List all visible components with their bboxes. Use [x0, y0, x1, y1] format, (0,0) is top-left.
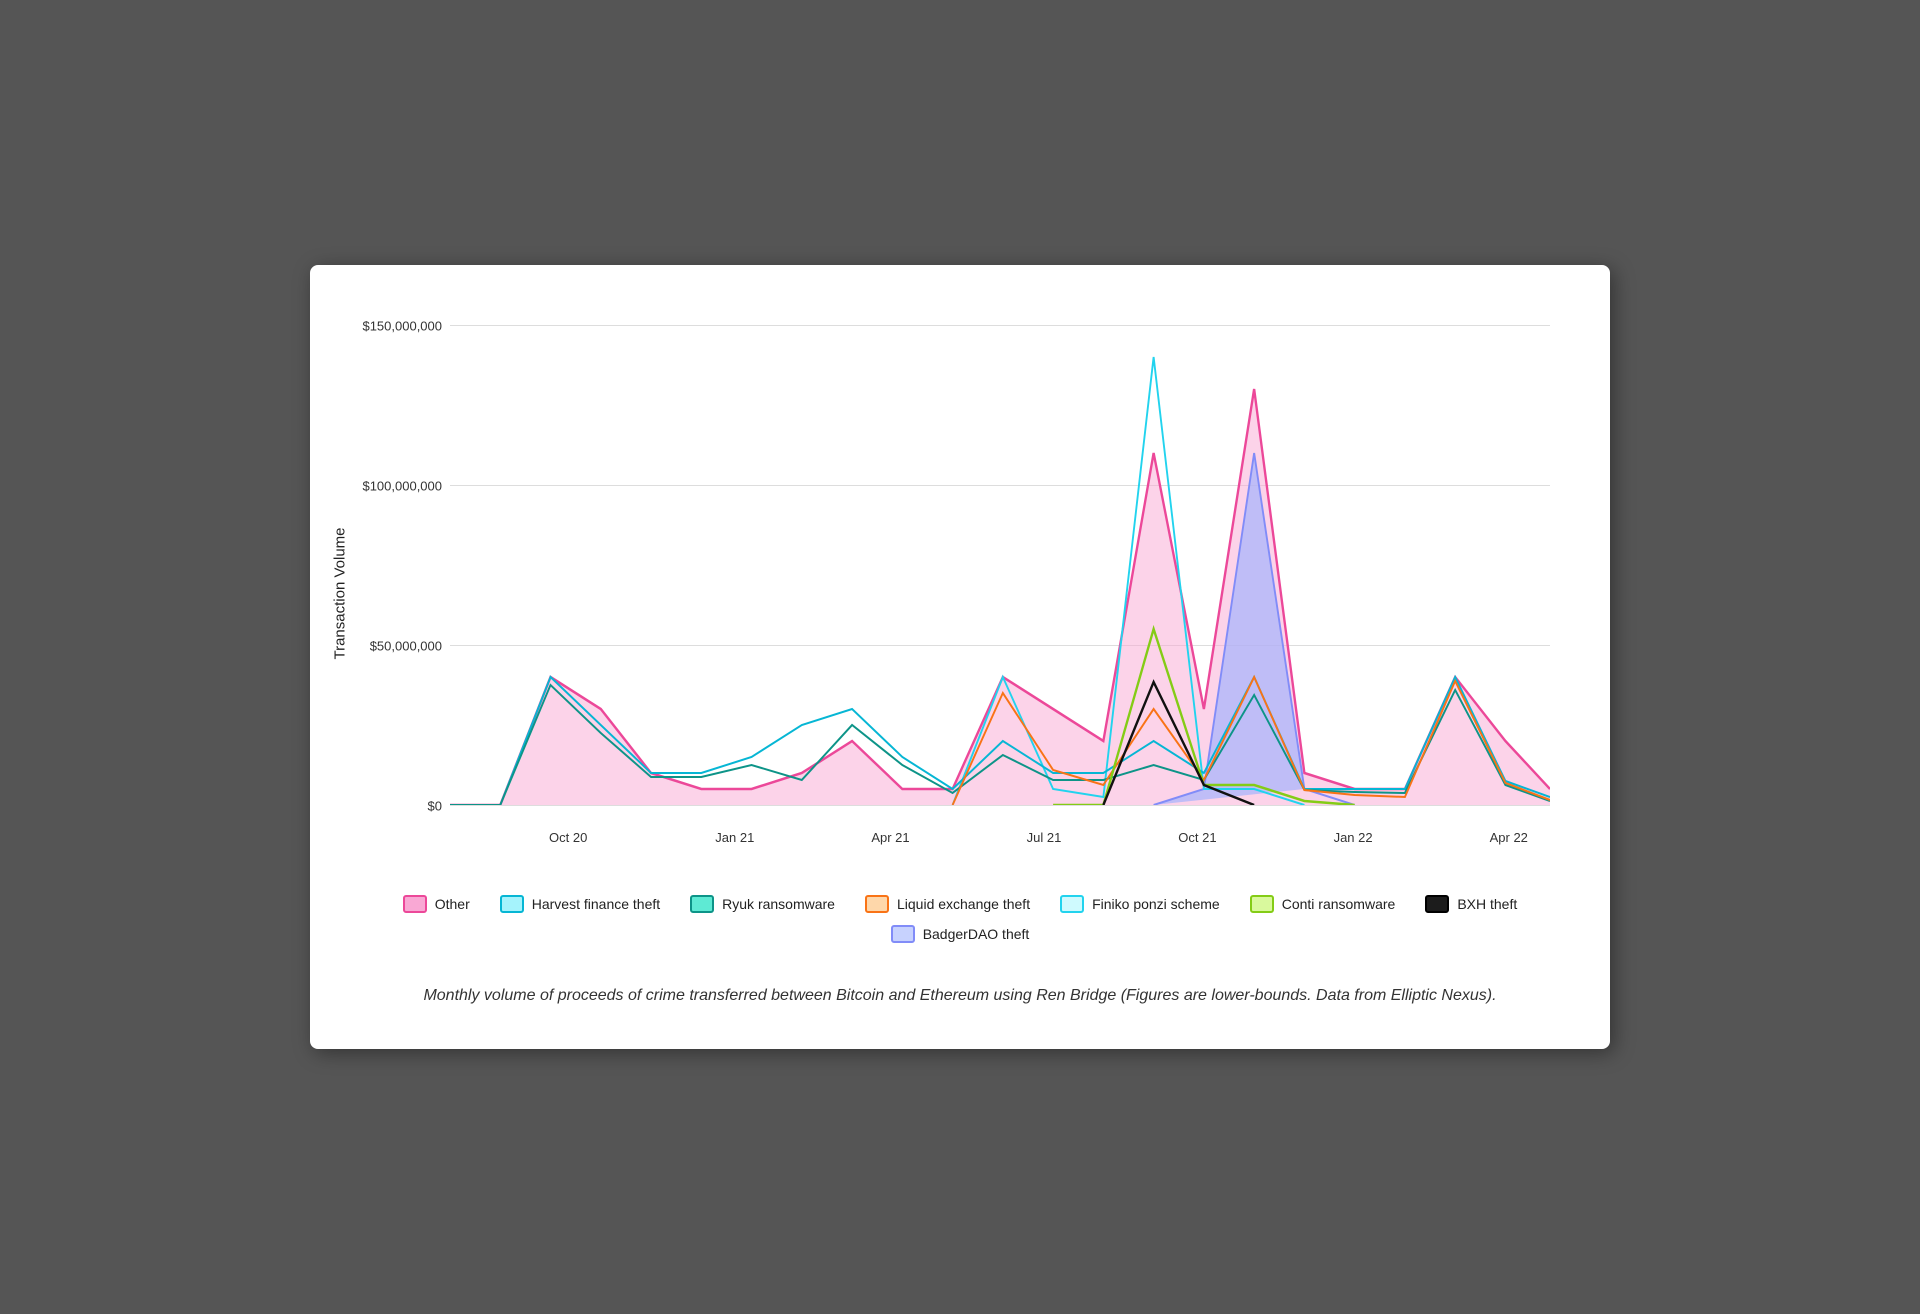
legend-swatch-harvest [500, 895, 524, 913]
legend-item-bxh: BXH theft [1425, 895, 1517, 913]
y-label-50: $50,000,000 [370, 639, 442, 654]
x-label-jan22: Jan 22 [1334, 830, 1373, 845]
legend-swatch-bxh [1425, 895, 1449, 913]
x-label-oct21: Oct 21 [1178, 830, 1216, 845]
legend-item-conti: Conti ransomware [1250, 895, 1396, 913]
legend: Other Harvest finance theft Ryuk ransomw… [350, 885, 1570, 953]
legend-label-ryuk: Ryuk ransomware [722, 896, 835, 912]
legend-label-liquid: Liquid exchange theft [897, 896, 1030, 912]
legend-swatch-other [403, 895, 427, 913]
legend-swatch-ryuk [690, 895, 714, 913]
legend-item-harvest: Harvest finance theft [500, 895, 660, 913]
legend-item-ryuk: Ryuk ransomware [690, 895, 835, 913]
chart-svg [450, 325, 1550, 805]
legend-swatch-badger [891, 925, 915, 943]
legend-label-conti: Conti ransomware [1282, 896, 1396, 912]
legend-swatch-conti [1250, 895, 1274, 913]
legend-swatch-liquid [865, 895, 889, 913]
legend-item-liquid: Liquid exchange theft [865, 895, 1030, 913]
x-axis-labels: Oct 20 Jan 21 Apr 21 Jul 21 Oct 21 Jan 2… [450, 830, 1550, 845]
x-label-jul21: Jul 21 [1027, 830, 1062, 845]
y-label-0: $0 [428, 799, 442, 814]
legend-label-finiko: Finiko ponzi scheme [1092, 896, 1220, 912]
y-label-150: $150,000,000 [362, 319, 442, 334]
legend-item-badger: BadgerDAO theft [891, 925, 1030, 943]
legend-label-badger: BadgerDAO theft [923, 926, 1030, 942]
legend-label-bxh: BXH theft [1457, 896, 1517, 912]
legend-item-finiko: Finiko ponzi scheme [1060, 895, 1220, 913]
x-label-apr22: Apr 22 [1490, 830, 1528, 845]
legend-label-harvest: Harvest finance theft [532, 896, 660, 912]
grid-line-0: $0 [450, 805, 1550, 806]
y-axis-label: Transaction Volume [332, 528, 349, 660]
legend-item-other: Other [403, 895, 470, 913]
x-label-jan21: Jan 21 [715, 830, 754, 845]
legend-swatch-finiko [1060, 895, 1084, 913]
x-label-apr21: Apr 21 [871, 830, 909, 845]
chart-card: Transaction Volume $150,000,000 $100,000… [310, 265, 1610, 1049]
y-label-100: $100,000,000 [362, 479, 442, 494]
x-label-oct20: Oct 20 [549, 830, 587, 845]
chart-caption: Monthly volume of proceeds of crime tran… [350, 983, 1570, 1009]
chart-inner: $150,000,000 $100,000,000 $50,000,000 $0 [450, 325, 1550, 805]
legend-label-other: Other [435, 896, 470, 912]
chart-area: Transaction Volume $150,000,000 $100,000… [350, 305, 1570, 865]
